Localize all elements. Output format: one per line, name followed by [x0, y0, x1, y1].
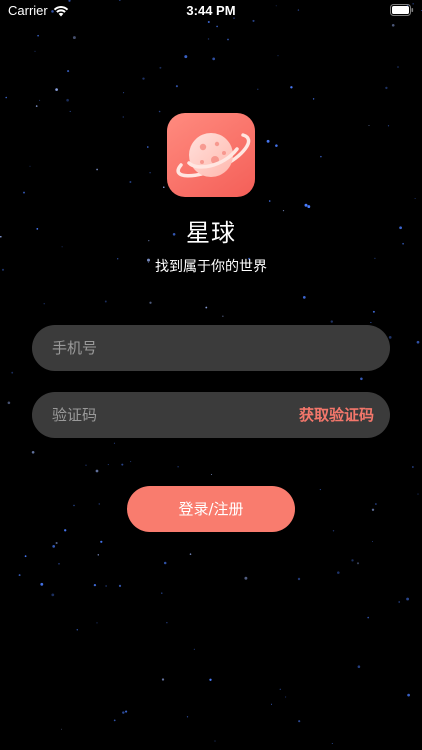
status-bar: Carrier 3:44 PM	[0, 0, 422, 22]
login-register-button[interactable]: 登录/注册	[127, 486, 295, 532]
verification-code-input[interactable]	[52, 392, 272, 438]
status-time: 3:44 PM	[186, 3, 236, 18]
verification-code-field[interactable]: 获取验证码	[32, 392, 390, 438]
app-logo	[167, 113, 255, 197]
app-subtitle: 找到属于你的世界	[155, 259, 267, 275]
app-title: 星球	[186, 219, 236, 247]
battery-icon	[390, 4, 414, 16]
phone-input[interactable]	[52, 325, 272, 371]
phone-field[interactable]	[32, 325, 390, 371]
planet-icon	[176, 133, 251, 178]
get-code-button[interactable]: 获取验证码	[299, 392, 374, 438]
